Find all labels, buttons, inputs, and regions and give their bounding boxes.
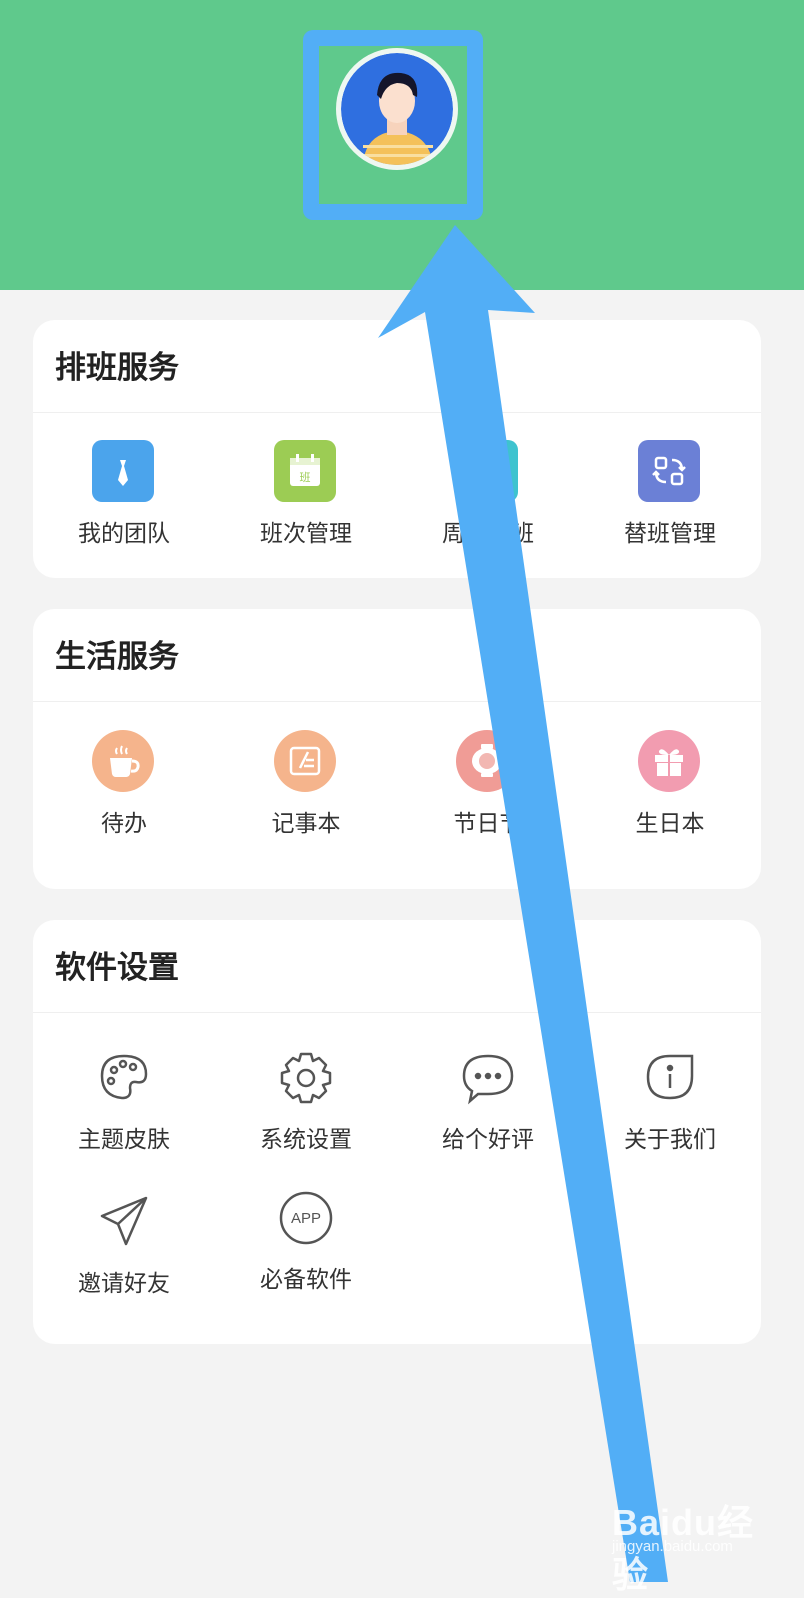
item-label: 主题皮肤 (78, 1127, 170, 1153)
item-theme-skin[interactable]: 主题皮肤 (33, 1046, 215, 1156)
baidu-watermark: Baidu经验 jingyan.baidu.com (612, 1488, 762, 1595)
section-title: 生活服务 (55, 639, 179, 675)
item-label: 班次管理 (260, 521, 352, 547)
divider (33, 1012, 761, 1013)
item-give-review[interactable]: 给个好评 (397, 1046, 579, 1156)
item-label: 关于我们 (624, 1127, 716, 1153)
section-title: 排班服务 (55, 350, 179, 386)
chat-bubble-icon (456, 1046, 520, 1110)
item-cycle-schedule[interactable]: 周期排班 (397, 440, 579, 550)
swap-icon (638, 440, 700, 502)
item-label: 生日本 (635, 811, 705, 837)
notebook-icon (274, 730, 336, 792)
svg-text:班: 班 (300, 471, 311, 484)
item-todo[interactable]: 待办 (33, 730, 215, 840)
item-festival[interactable]: 节日节 (397, 730, 579, 840)
item-label: 待办 (101, 811, 147, 837)
tie-icon (92, 440, 154, 502)
item-substitute-management[interactable]: 替班管理 (579, 440, 761, 550)
item-label: 周期排班 (442, 521, 534, 547)
item-label: 必备软件 (260, 1267, 352, 1293)
item-label: 系统设置 (260, 1127, 352, 1153)
software-settings-card: 软件设置 主题皮肤 系统设置 给个好评 关于我们 邀请好友 APP 必备软件 (33, 920, 761, 1344)
item-notebook[interactable]: 记事本 (215, 730, 397, 840)
item-my-team[interactable]: 我的团队 (33, 440, 215, 550)
paper-plane-icon (92, 1190, 156, 1254)
gift-icon (638, 730, 700, 792)
item-about-us[interactable]: 关于我们 (579, 1046, 761, 1156)
item-label: 替班管理 (624, 521, 716, 547)
avatar-highlight-box (303, 30, 483, 220)
item-invite-friends[interactable]: 邀请好友 (33, 1190, 215, 1300)
item-label: 邀请好友 (78, 1271, 170, 1297)
calendar-shift-icon: 班 (274, 440, 336, 502)
item-label: 记事本 (271, 811, 341, 837)
item-birthday[interactable]: 生日本 (579, 730, 761, 840)
watermark-url: jingyan.baidu.com (612, 1538, 733, 1555)
section-title: 软件设置 (55, 950, 179, 986)
coffee-cup-icon (92, 730, 154, 792)
item-system-settings[interactable]: 系统设置 (215, 1046, 397, 1156)
item-label: 给个好评 (442, 1127, 534, 1153)
app-badge-icon: APP (274, 1186, 338, 1250)
app-badge-text: APP (291, 1210, 321, 1227)
gear-icon (274, 1046, 338, 1110)
palette-icon (92, 1046, 156, 1110)
item-label: 我的团队 (78, 521, 170, 547)
info-bubble-icon (638, 1046, 702, 1110)
life-services-card: 生活服务 待办 记事本 节日节 生日本 (33, 609, 761, 889)
lantern-icon (456, 730, 518, 792)
scheduling-services-card: 排班服务 我的团队 班 班次管理 周期排班 替班管理 (33, 320, 761, 578)
cycle-schedule-icon (456, 440, 518, 502)
item-essential-software[interactable]: APP 必备软件 (215, 1186, 397, 1296)
item-shift-management[interactable]: 班 班次管理 (215, 440, 397, 550)
divider (33, 412, 761, 413)
item-label: 节日节 (453, 811, 523, 837)
divider (33, 701, 761, 702)
